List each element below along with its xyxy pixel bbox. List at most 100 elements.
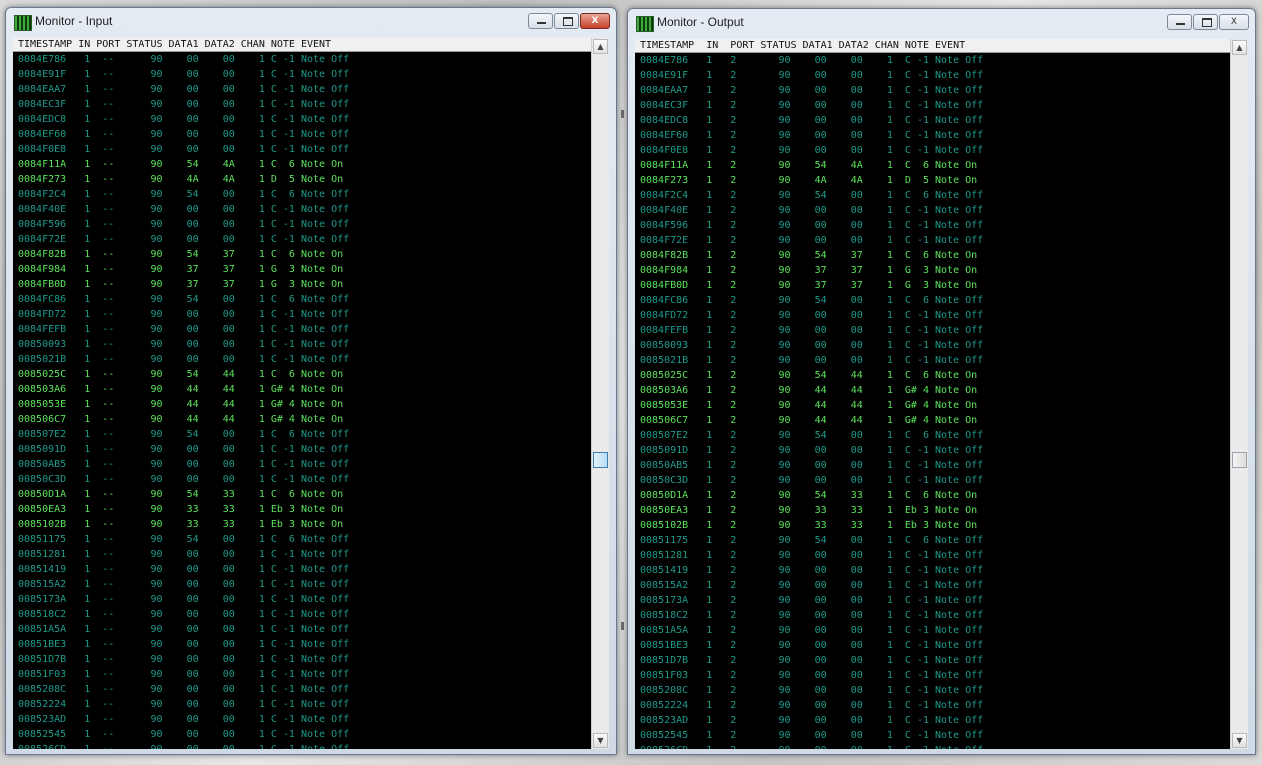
scroll-thumb[interactable] xyxy=(593,452,608,468)
list-item[interactable]: 0084F82B 1 2 90 54 37 1 C 6 Note On xyxy=(635,248,1231,263)
minimize-button[interactable] xyxy=(1167,14,1192,30)
list-item[interactable]: 008523AD 1 2 90 00 00 1 C -1 Note Off xyxy=(635,713,1231,728)
list-item[interactable]: 0084FEFB 1 -- 90 00 00 1 C -1 Note Off xyxy=(13,322,592,337)
list-item[interactable]: 00850EA3 1 -- 90 33 33 1 Eb 3 Note On xyxy=(13,502,592,517)
list-item[interactable]: 00850C3D 1 2 90 00 00 1 C -1 Note Off xyxy=(635,473,1231,488)
list-item[interactable]: 0084EF60 1 -- 90 00 00 1 C -1 Note Off xyxy=(13,127,592,142)
output-title-bar[interactable]: Monitor - Output X xyxy=(628,9,1255,37)
list-item[interactable]: 008507E2 1 2 90 54 00 1 C 6 Note Off xyxy=(635,428,1231,443)
list-item[interactable]: 0084FD72 1 2 90 00 00 1 C -1 Note Off xyxy=(635,308,1231,323)
resize-grip[interactable] xyxy=(621,110,624,118)
list-item[interactable]: 0085091D 1 2 90 00 00 1 C -1 Note Off xyxy=(635,443,1231,458)
list-item[interactable]: 00850AB5 1 -- 90 00 00 1 C -1 Note Off xyxy=(13,457,592,472)
list-item[interactable]: 0084FC86 1 -- 90 54 00 1 C 6 Note Off xyxy=(13,292,592,307)
list-item[interactable]: 0084E91F 1 -- 90 00 00 1 C -1 Note Off xyxy=(13,67,592,82)
list-item[interactable]: 00850AB5 1 2 90 00 00 1 C -1 Note Off xyxy=(635,458,1231,473)
list-item[interactable]: 00852545 1 -- 90 00 00 1 C -1 Note Off xyxy=(13,727,592,742)
list-item[interactable]: 00852224 1 2 90 00 00 1 C -1 Note Off xyxy=(635,698,1231,713)
list-item[interactable]: 008507E2 1 -- 90 54 00 1 C 6 Note Off xyxy=(13,427,592,442)
list-item[interactable]: 00851BE3 1 2 90 00 00 1 C -1 Note Off xyxy=(635,638,1231,653)
list-item[interactable]: 0084F82B 1 -- 90 54 37 1 C 6 Note On xyxy=(13,247,592,262)
list-item[interactable]: 0085102B 1 2 90 33 33 1 Eb 3 Note On xyxy=(635,518,1231,533)
vertical-scrollbar[interactable]: ▲ ▼ xyxy=(591,38,609,749)
list-item[interactable]: 00850093 1 2 90 00 00 1 C -1 Note Off xyxy=(635,338,1231,353)
list-item[interactable]: 0084F596 1 -- 90 00 00 1 C -1 Note Off xyxy=(13,217,592,232)
list-item[interactable]: 008503A6 1 2 90 44 44 1 G# 4 Note On xyxy=(635,383,1231,398)
list-item[interactable]: 0084E91F 1 2 90 00 00 1 C -1 Note Off xyxy=(635,68,1231,83)
list-item[interactable]: 0085021B 1 2 90 00 00 1 C -1 Note Off xyxy=(635,353,1231,368)
list-item[interactable]: 00851BE3 1 -- 90 00 00 1 C -1 Note Off xyxy=(13,637,592,652)
list-item[interactable]: 00851281 1 -- 90 00 00 1 C -1 Note Off xyxy=(13,547,592,562)
list-item[interactable]: 0084FB0D 1 2 90 37 37 1 G 3 Note On xyxy=(635,278,1231,293)
maximize-button[interactable] xyxy=(554,13,579,29)
list-item[interactable]: 00851A5A 1 -- 90 00 00 1 C -1 Note Off xyxy=(13,622,592,637)
list-item[interactable]: 008503A6 1 -- 90 44 44 1 G# 4 Note On xyxy=(13,382,592,397)
list-item[interactable]: 008523AD 1 -- 90 00 00 1 C -1 Note Off xyxy=(13,712,592,727)
list-item[interactable]: 00850D1A 1 -- 90 54 33 1 C 6 Note On xyxy=(13,487,592,502)
input-title-bar[interactable]: Monitor - Input X xyxy=(6,8,616,36)
list-item[interactable]: 0085208C 1 2 90 00 00 1 C -1 Note Off xyxy=(635,683,1231,698)
list-item[interactable]: 0085208C 1 -- 90 00 00 1 C -1 Note Off xyxy=(13,682,592,697)
list-item[interactable]: 008526CD 1 2 90 00 00 1 C -1 Note Off xyxy=(635,743,1231,749)
list-item[interactable]: 0084F596 1 2 90 00 00 1 C -1 Note Off xyxy=(635,218,1231,233)
list-item[interactable]: 00851281 1 2 90 00 00 1 C -1 Note Off xyxy=(635,548,1231,563)
list-item[interactable]: 0084F273 1 -- 90 4A 4A 1 D 5 Note On xyxy=(13,172,592,187)
vertical-scrollbar[interactable]: ▲ ▼ xyxy=(1230,39,1248,749)
list-item[interactable]: 0084FC86 1 2 90 54 00 1 C 6 Note Off xyxy=(635,293,1231,308)
close-button[interactable]: X xyxy=(580,13,610,29)
list-item[interactable]: 0085053E 1 -- 90 44 44 1 G# 4 Note On xyxy=(13,397,592,412)
list-item[interactable]: 0084FB0D 1 -- 90 37 37 1 G 3 Note On xyxy=(13,277,592,292)
list-item[interactable]: 0084F2C4 1 -- 90 54 00 1 C 6 Note Off xyxy=(13,187,592,202)
list-item[interactable]: 0084EC3F 1 -- 90 00 00 1 C -1 Note Off xyxy=(13,97,592,112)
close-button[interactable]: X xyxy=(1219,14,1249,30)
monitor-output-window[interactable]: Monitor - Output X TIMESTAMP IN PORT STA… xyxy=(627,8,1256,755)
list-item[interactable]: 0085053E 1 2 90 44 44 1 G# 4 Note On xyxy=(635,398,1231,413)
list-item[interactable]: 0084F984 1 -- 90 37 37 1 G 3 Note On xyxy=(13,262,592,277)
list-item[interactable]: 0084EAA7 1 -- 90 00 00 1 C -1 Note Off xyxy=(13,82,592,97)
list-item[interactable]: 0084EAA7 1 2 90 00 00 1 C -1 Note Off xyxy=(635,83,1231,98)
list-item[interactable]: 008518C2 1 2 90 00 00 1 C -1 Note Off xyxy=(635,608,1231,623)
list-item[interactable]: 0084F0E8 1 2 90 00 00 1 C -1 Note Off xyxy=(635,143,1231,158)
list-item[interactable]: 00850D1A 1 2 90 54 33 1 C 6 Note On xyxy=(635,488,1231,503)
list-item[interactable]: 0084F11A 1 2 90 54 4A 1 C 6 Note On xyxy=(635,158,1231,173)
list-item[interactable]: 0085102B 1 -- 90 33 33 1 Eb 3 Note On xyxy=(13,517,592,532)
list-item[interactable]: 008506C7 1 -- 90 44 44 1 G# 4 Note On xyxy=(13,412,592,427)
list-item[interactable]: 0084EC3F 1 2 90 00 00 1 C -1 Note Off xyxy=(635,98,1231,113)
list-item[interactable]: 0085173A 1 2 90 00 00 1 C -1 Note Off xyxy=(635,593,1231,608)
list-item[interactable]: 0084FEFB 1 2 90 00 00 1 C -1 Note Off xyxy=(635,323,1231,338)
list-item[interactable]: 0084EDC8 1 -- 90 00 00 1 C -1 Note Off xyxy=(13,112,592,127)
list-item[interactable]: 0084F11A 1 -- 90 54 4A 1 C 6 Note On xyxy=(13,157,592,172)
list-item[interactable]: 00850C3D 1 -- 90 00 00 1 C -1 Note Off xyxy=(13,472,592,487)
list-item[interactable]: 0084EDC8 1 2 90 00 00 1 C -1 Note Off xyxy=(635,113,1231,128)
list-item[interactable]: 0084F40E 1 -- 90 00 00 1 C -1 Note Off xyxy=(13,202,592,217)
list-item[interactable]: 008526CD 1 -- 90 00 00 1 C -1 Note Off xyxy=(13,742,592,749)
list-item[interactable]: 0085173A 1 -- 90 00 00 1 C -1 Note Off xyxy=(13,592,592,607)
list-item[interactable]: 00851F03 1 2 90 00 00 1 C -1 Note Off xyxy=(635,668,1231,683)
list-item[interactable]: 0085025C 1 2 90 54 44 1 C 6 Note On xyxy=(635,368,1231,383)
list-item[interactable]: 0084FD72 1 -- 90 00 00 1 C -1 Note Off xyxy=(13,307,592,322)
maximize-button[interactable] xyxy=(1193,14,1218,30)
scroll-down-arrow-icon[interactable]: ▼ xyxy=(593,733,608,748)
list-item[interactable]: 008515A2 1 2 90 00 00 1 C -1 Note Off xyxy=(635,578,1231,593)
list-item[interactable]: 0085021B 1 -- 90 00 00 1 C -1 Note Off xyxy=(13,352,592,367)
list-item[interactable]: 00851175 1 2 90 54 00 1 C 6 Note Off xyxy=(635,533,1231,548)
list-item[interactable]: 0084F2C4 1 2 90 54 00 1 C 6 Note Off xyxy=(635,188,1231,203)
scroll-thumb[interactable] xyxy=(1232,452,1247,468)
list-item[interactable]: 0084E786 1 2 90 00 00 1 C -1 Note Off xyxy=(635,53,1231,68)
scroll-down-arrow-icon[interactable]: ▼ xyxy=(1232,733,1247,748)
list-item[interactable]: 00851419 1 2 90 00 00 1 C -1 Note Off xyxy=(635,563,1231,578)
list-item[interactable]: 0085091D 1 -- 90 00 00 1 C -1 Note Off xyxy=(13,442,592,457)
list-item[interactable]: 0084E786 1 -- 90 00 00 1 C -1 Note Off xyxy=(13,52,592,67)
list-item[interactable]: 00852545 1 2 90 00 00 1 C -1 Note Off xyxy=(635,728,1231,743)
list-item[interactable]: 0084EF60 1 2 90 00 00 1 C -1 Note Off xyxy=(635,128,1231,143)
list-item[interactable]: 00851F03 1 -- 90 00 00 1 C -1 Note Off xyxy=(13,667,592,682)
list-item[interactable]: 00851D7B 1 2 90 00 00 1 C -1 Note Off xyxy=(635,653,1231,668)
list-item[interactable]: 008506C7 1 2 90 44 44 1 G# 4 Note On xyxy=(635,413,1231,428)
list-item[interactable]: 0084F40E 1 2 90 00 00 1 C -1 Note Off xyxy=(635,203,1231,218)
list-item[interactable]: 00850093 1 -- 90 00 00 1 C -1 Note Off xyxy=(13,337,592,352)
list-item[interactable]: 00851A5A 1 2 90 00 00 1 C -1 Note Off xyxy=(635,623,1231,638)
list-item[interactable]: 0084F0E8 1 -- 90 00 00 1 C -1 Note Off xyxy=(13,142,592,157)
scroll-up-arrow-icon[interactable]: ▲ xyxy=(1232,40,1247,55)
input-event-list[interactable]: TIMESTAMP IN PORT STATUS DATA1 DATA2 CHA… xyxy=(13,38,609,749)
scroll-up-arrow-icon[interactable]: ▲ xyxy=(593,39,608,54)
